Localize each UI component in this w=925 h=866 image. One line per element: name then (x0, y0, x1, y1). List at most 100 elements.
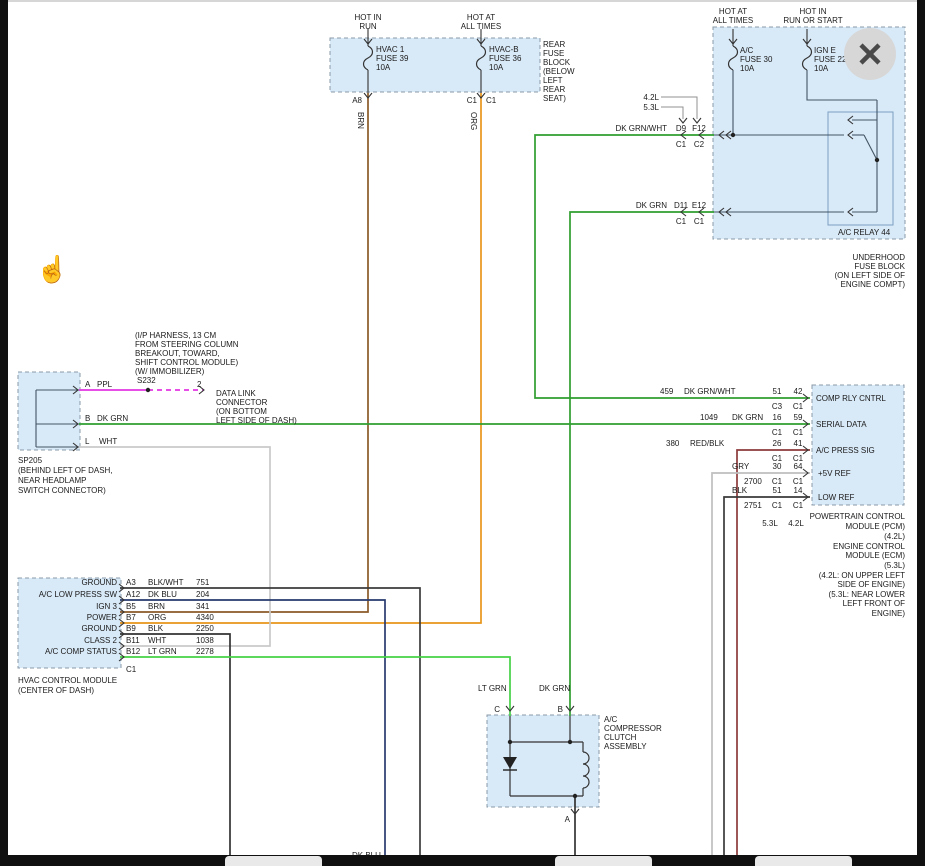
label: C1 (676, 140, 687, 149)
label: A/C LOW PRESS SW (39, 590, 118, 599)
label: A8 (352, 96, 362, 105)
label: B5 (126, 602, 136, 611)
label: 4340 (196, 613, 214, 622)
label: C1 (486, 96, 497, 105)
label: ORG (469, 112, 478, 130)
label: D9 (676, 124, 687, 133)
label: E12 (692, 201, 707, 210)
label: A (85, 380, 91, 389)
label: IGN 3 (96, 602, 117, 611)
label: CLASS 2 (84, 636, 117, 645)
label: HVAC 1 (376, 45, 405, 54)
label: GRY (732, 462, 750, 471)
label: 751 (196, 578, 210, 587)
label: B12 (126, 647, 141, 656)
wire-gry-2700 (712, 473, 810, 856)
label: ALL TIMES (461, 22, 501, 31)
close-icon (857, 41, 883, 67)
sp205-splice-box (18, 372, 80, 450)
label: C1 (772, 477, 783, 486)
label: MODULE (PCM) (845, 522, 905, 531)
label: 10A (376, 63, 391, 72)
label: (BELOW (543, 67, 575, 76)
label: A/C PRESS SIG (816, 446, 875, 455)
label: COMPRESSOR (604, 724, 662, 733)
wire-dk-grn-relay-to-clutch (570, 212, 714, 716)
label: ENGINE) (872, 609, 906, 618)
label: HOT AT (719, 7, 747, 16)
splice-dot (573, 794, 577, 798)
label: CLUTCH (604, 733, 637, 742)
label: DK GRN (539, 684, 570, 693)
label: PPL (97, 380, 113, 389)
splice-dot (568, 740, 572, 744)
label: B7 (126, 613, 136, 622)
label: F12 (692, 124, 706, 133)
label: REAR (543, 85, 565, 94)
label: 1049 (700, 413, 718, 422)
label: C1 (694, 217, 705, 226)
label: D11 (674, 201, 689, 210)
label: 26 (773, 439, 782, 448)
label: ASSEMBLY (604, 742, 647, 751)
label: 2250 (196, 624, 214, 633)
pcm-box (812, 385, 904, 505)
label: DK GRN (732, 413, 763, 422)
label: REAR (543, 40, 565, 49)
label: 4.2L (643, 93, 659, 102)
label: SIDE OF ENGINE) (837, 580, 905, 589)
splice-dot (146, 388, 150, 392)
label: 204 (196, 590, 210, 599)
label: (ON BOTTOM (216, 407, 267, 416)
label: 42 (794, 387, 803, 396)
label: 341 (196, 602, 210, 611)
wire-red-blk-380 (737, 450, 810, 856)
label: ENGINE CONTROL (833, 542, 906, 551)
label: HOT AT (467, 13, 495, 22)
label: 5.3L (643, 103, 659, 112)
label: C2 (694, 140, 705, 149)
label: FUSE BLOCK (854, 262, 905, 271)
label: C1 (793, 428, 804, 437)
label: C1 (467, 96, 478, 105)
label: BRN (148, 602, 165, 611)
label: C1 (793, 477, 804, 486)
window-edge-left (0, 0, 8, 866)
bottom-tab (555, 856, 652, 866)
label: (W/ IMMOBILIZER) (135, 367, 205, 376)
label: GROUND (81, 578, 117, 587)
label: 4.2L (788, 519, 804, 528)
label: LOW REF (818, 493, 855, 502)
label: 2 (197, 380, 202, 389)
diagram-viewer: HOT INRUNHOT ATALL TIMESHVAC 1FUSE 3910A… (0, 0, 925, 866)
label: S232 (137, 376, 156, 385)
label: NEAR HEADLAMP (18, 476, 86, 485)
label: L (85, 437, 90, 446)
close-button[interactable] (844, 28, 896, 80)
label: GROUND (81, 624, 117, 633)
label: SP205 (18, 456, 43, 465)
label: 2700 (744, 477, 762, 486)
label: BLOCK (543, 58, 571, 67)
label: FUSE 36 (489, 54, 522, 63)
label: (4.2L: ON UPPER LEFT (819, 571, 905, 580)
label: LT GRN (478, 684, 507, 693)
label: A/C (740, 46, 754, 55)
label: C1 (126, 665, 137, 674)
label: FROM STEERING COLUMN (135, 340, 239, 349)
label: A (565, 815, 571, 824)
label: HOT IN (355, 13, 382, 22)
splice-dot (875, 158, 879, 162)
label: DK BLU (148, 590, 177, 599)
label: DK GRN (636, 201, 667, 210)
label: (ON LEFT SIDE OF (834, 271, 905, 280)
label: 10A (814, 64, 829, 73)
label: (5.3L: NEAR LOWER (829, 590, 906, 599)
label: 51 (773, 486, 782, 495)
engine-pointer-42 (661, 97, 697, 119)
label: A12 (126, 590, 141, 599)
label: RUN OR START (783, 16, 842, 25)
label: 2751 (744, 501, 762, 510)
label: UNDERHOOD (853, 253, 906, 262)
label: C1 (793, 501, 804, 510)
